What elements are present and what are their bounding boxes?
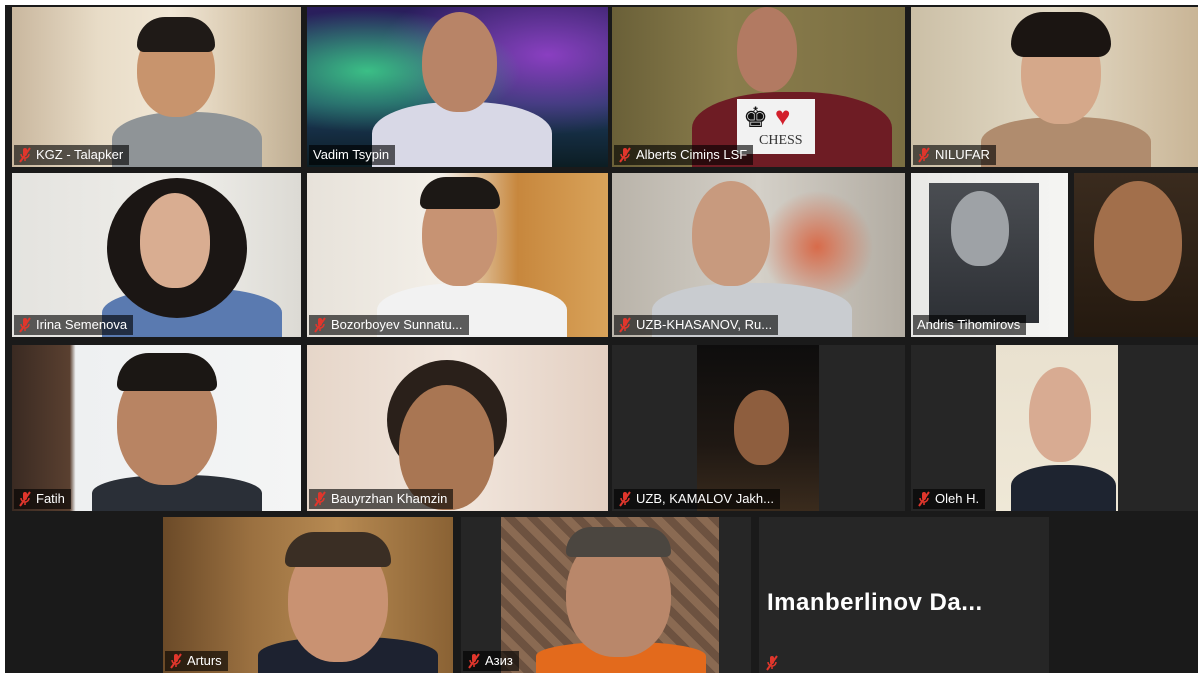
person-head bbox=[140, 193, 210, 288]
video-tile-bozorboyev[interactable]: Bozorboyev Sunnatu... bbox=[307, 173, 608, 337]
heart-icon: ♥ bbox=[775, 101, 791, 131]
chess-king-icon: ♚ bbox=[743, 102, 769, 133]
muted-mic-icon bbox=[314, 317, 326, 333]
name-label: UZB-KHASANOV, Ru... bbox=[614, 315, 779, 335]
name-label: Alberts Cimiņs LSF bbox=[614, 145, 754, 165]
participant-name: Bozorboyev Sunnatu... bbox=[331, 317, 463, 332]
muted-mic-icon bbox=[170, 653, 182, 669]
participant-name: Азиз bbox=[485, 653, 513, 668]
participant-name: UZB-KHASANOV, Ru... bbox=[636, 317, 773, 332]
hair bbox=[420, 177, 500, 209]
video-tile-imanberlinov[interactable]: Imanberlinov Da... bbox=[759, 517, 1049, 673]
person-body bbox=[981, 117, 1151, 167]
portrait-head bbox=[951, 191, 1009, 266]
participant-name: Andris Tihomirovs bbox=[917, 317, 1021, 332]
video-tile-oleh-h[interactable]: Oleh H. bbox=[911, 345, 1198, 511]
person-head bbox=[1094, 181, 1182, 301]
muted-mic-icon bbox=[918, 491, 930, 507]
participant-name: UZB, KAMALOV Jakh... bbox=[636, 491, 774, 506]
hair bbox=[1011, 12, 1111, 57]
video-tile-andris-tihomirovs[interactable]: Andris Tihomirovs bbox=[911, 173, 1068, 337]
participant-name: Fatih bbox=[36, 491, 65, 506]
name-label: UZB, KAMALOV Jakh... bbox=[614, 489, 780, 509]
muted-mic-icon bbox=[314, 491, 326, 507]
participant-display-name: Imanberlinov Da... bbox=[767, 589, 983, 616]
participant-name: Alberts Cimiņs LSF bbox=[636, 147, 748, 162]
muted-mic-icon bbox=[918, 147, 930, 163]
person-head bbox=[734, 390, 789, 465]
video-tile-uzb-kamalov[interactable]: UZB, KAMALOV Jakh... bbox=[612, 345, 905, 511]
muted-mic-icon bbox=[619, 147, 631, 163]
hair bbox=[285, 532, 391, 567]
name-label: Bauyrzhan Khamzin bbox=[309, 489, 454, 509]
participant-name: Oleh H. bbox=[935, 491, 980, 506]
muted-mic-icon bbox=[619, 317, 631, 333]
participant-name: Irina Semenova bbox=[36, 317, 128, 332]
hair bbox=[566, 527, 671, 557]
name-label: Vadim Tsypin bbox=[309, 145, 396, 165]
person-head bbox=[1029, 367, 1091, 462]
muted-mic-icon bbox=[468, 653, 480, 669]
video-tile-uzb-khasanov[interactable]: UZB-KHASANOV, Ru... bbox=[612, 173, 905, 337]
name-label: KGZ - Talapker bbox=[14, 145, 130, 165]
muted-mic-icon bbox=[19, 147, 31, 163]
video-tile-bauyrzhan-khamzin[interactable]: Bauyrzhan Khamzin bbox=[307, 345, 608, 511]
video-tile-vadim-tsypin[interactable]: Vadim Tsypin bbox=[307, 7, 608, 167]
video-tile-aziz[interactable]: Азиз bbox=[461, 517, 751, 673]
participant-name: Vadim Tsypin bbox=[313, 147, 390, 162]
person-head bbox=[692, 181, 770, 286]
name-label: Bozorboyev Sunnatu... bbox=[309, 315, 469, 335]
name-label: Oleh H. bbox=[913, 489, 986, 509]
participant-name: KGZ - Talapker bbox=[36, 147, 124, 162]
video-tile-kgz-talapker[interactable]: KGZ - Talapker bbox=[12, 7, 301, 167]
hair bbox=[137, 17, 215, 52]
participant-name: NILUFAR bbox=[935, 147, 990, 162]
video-tile-arturs[interactable]: Arturs bbox=[163, 517, 453, 673]
sign-text: CHESS bbox=[759, 133, 803, 148]
muted-mic-icon bbox=[19, 317, 31, 333]
name-label: Fatih bbox=[14, 489, 71, 509]
person-body bbox=[1011, 465, 1116, 511]
video-tile-unnamed-man[interactable] bbox=[1074, 173, 1198, 337]
video-tile-irina-semenova[interactable]: Irina Semenova bbox=[12, 173, 301, 337]
muted-mic-icon bbox=[19, 491, 31, 507]
participant-name: Arturs bbox=[187, 653, 222, 668]
person-head bbox=[737, 7, 797, 92]
person-head bbox=[422, 12, 497, 112]
video-gallery: KGZ - Talapker Vadim Tsypin ♚ ♥ CHESS Al… bbox=[5, 5, 1198, 673]
name-label bbox=[761, 655, 785, 671]
muted-mic-icon bbox=[619, 491, 631, 507]
muted-mic-icon bbox=[766, 655, 778, 671]
name-label: Irina Semenova bbox=[14, 315, 134, 335]
video-tile-fatih[interactable]: Fatih bbox=[12, 345, 301, 511]
participant-name: Bauyrzhan Khamzin bbox=[331, 491, 448, 506]
name-label: Азиз bbox=[463, 651, 519, 671]
name-label: NILUFAR bbox=[913, 145, 996, 165]
video-tile-alberts-cimins[interactable]: ♚ ♥ CHESS Alberts Cimiņs LSF bbox=[612, 7, 905, 167]
name-label: Arturs bbox=[165, 651, 228, 671]
name-label: Andris Tihomirovs bbox=[913, 315, 1027, 335]
person-body bbox=[112, 112, 262, 167]
video-tile-nilufar[interactable]: NILUFAR bbox=[911, 7, 1198, 167]
hair bbox=[117, 353, 217, 391]
